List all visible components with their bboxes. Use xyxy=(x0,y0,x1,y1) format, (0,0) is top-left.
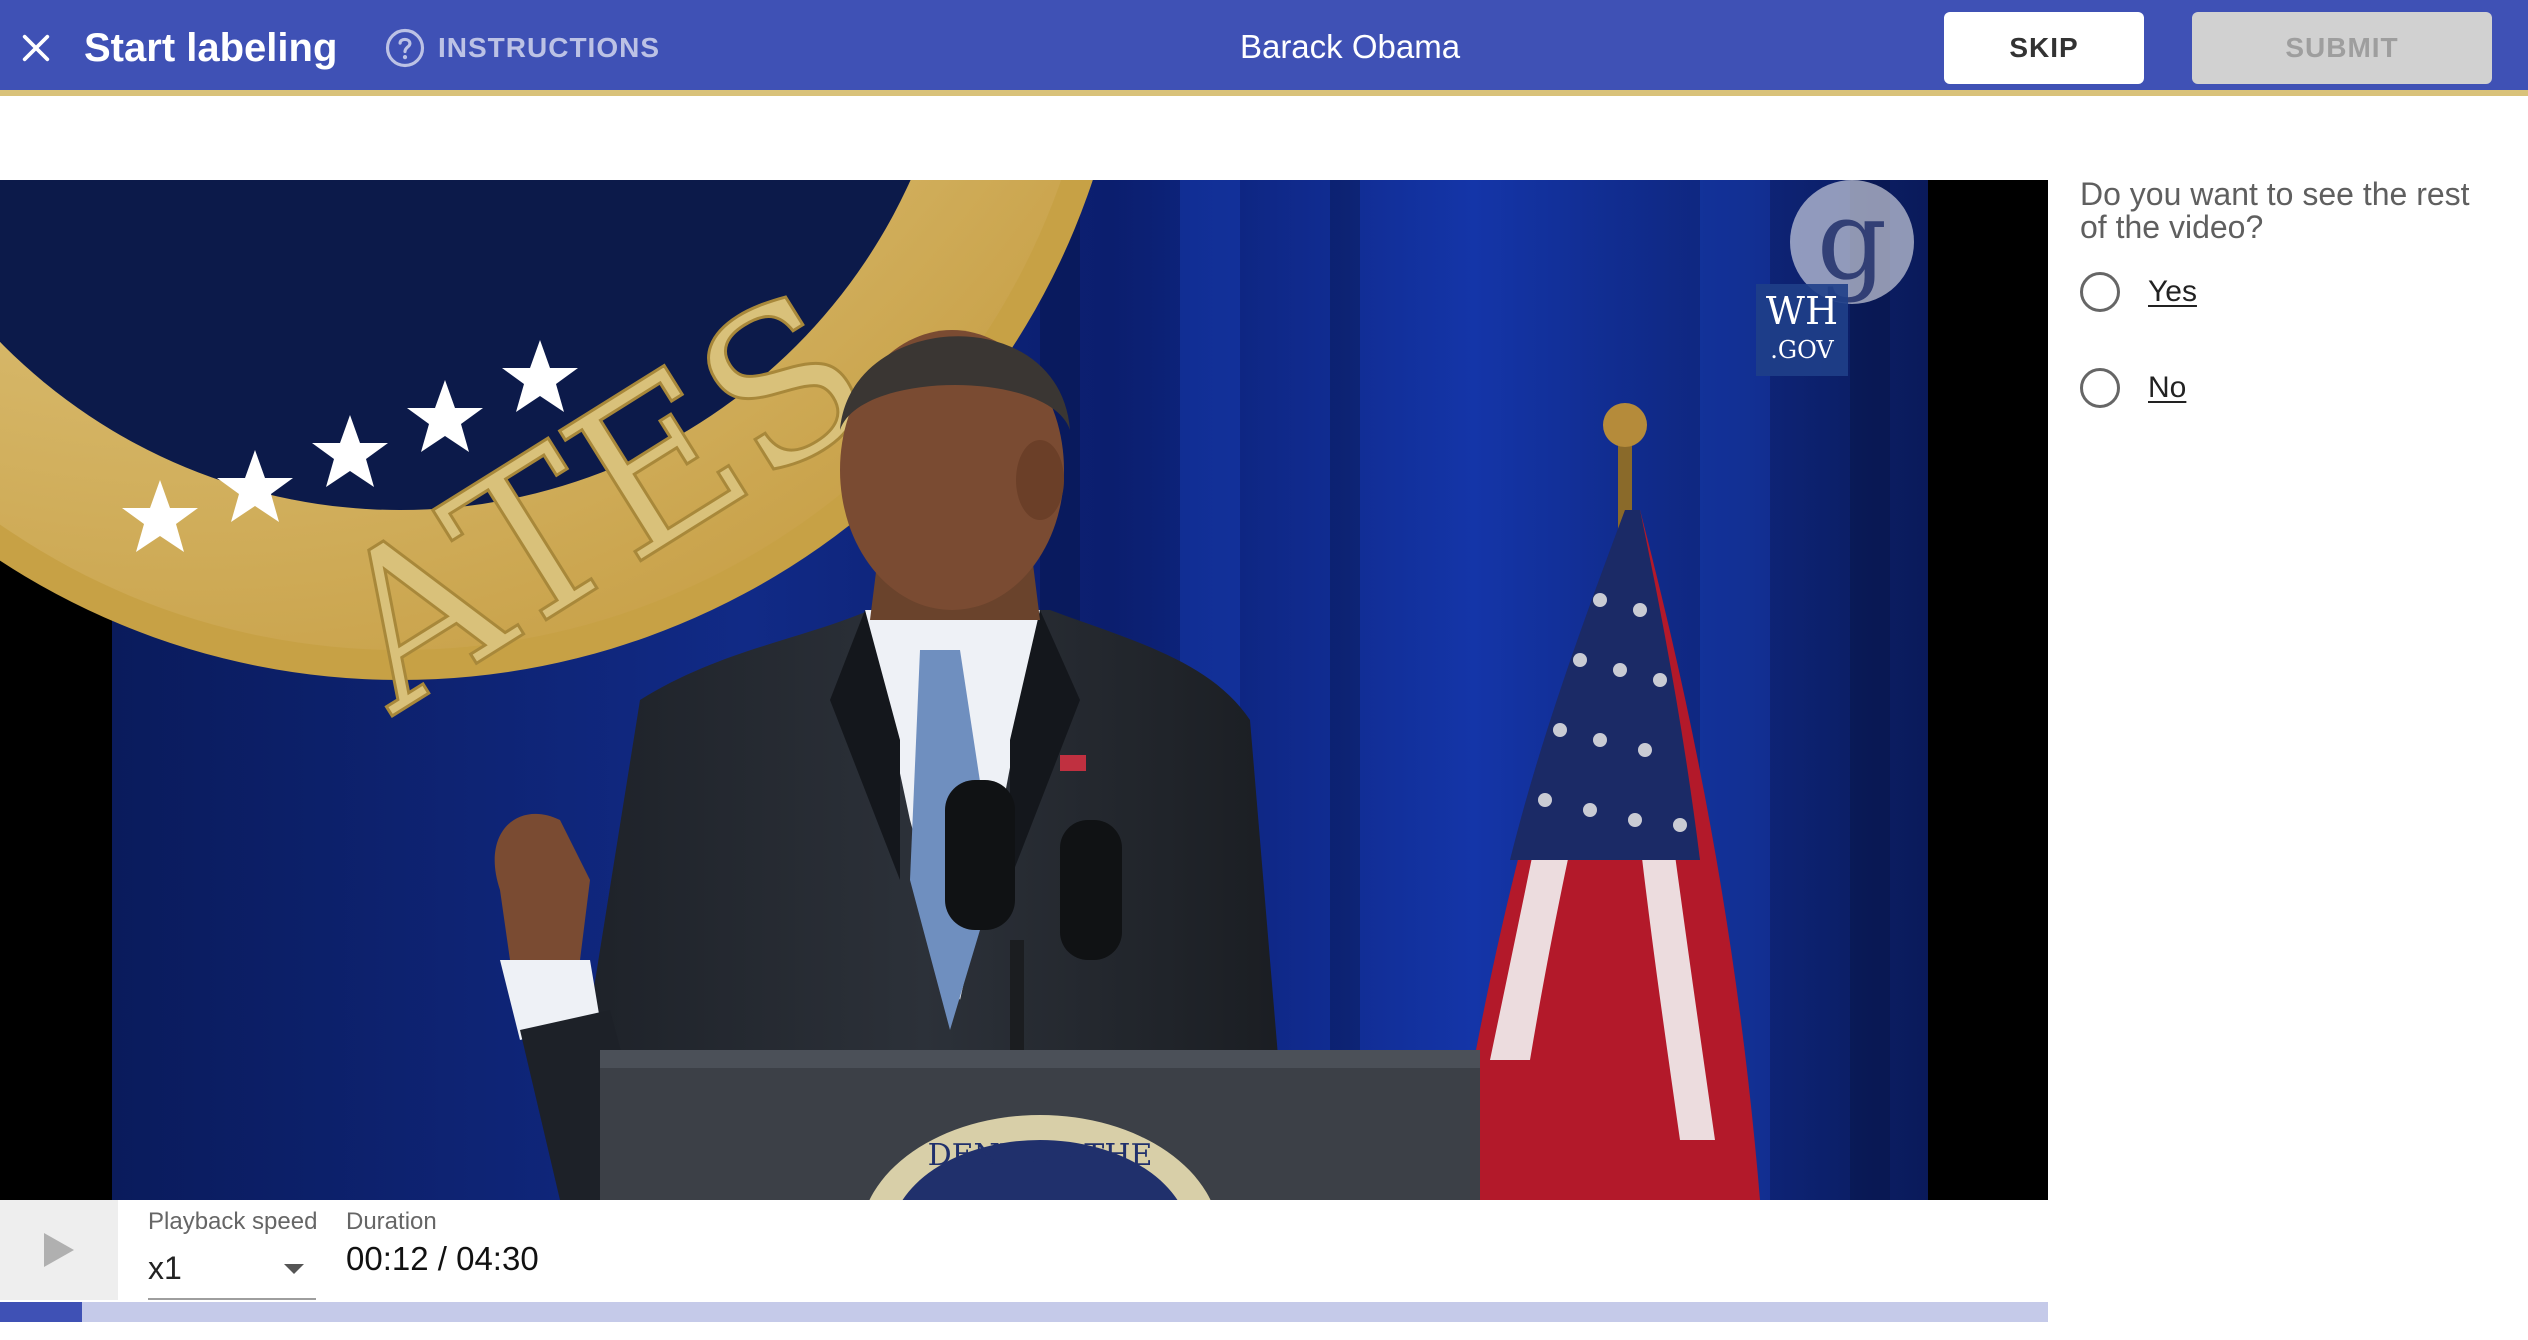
close-icon xyxy=(22,34,50,62)
video-frame: ATES g WH .GOV DENT OF THE xyxy=(0,180,1928,1200)
option-no[interactable]: No xyxy=(2080,364,2186,412)
option-yes[interactable]: Yes xyxy=(2080,268,2197,316)
playback-speed-label: Playback speed xyxy=(148,1208,318,1235)
chevron-down-icon xyxy=(284,1264,304,1274)
podium: DENT OF THE xyxy=(600,1050,1480,1200)
play-icon xyxy=(44,1233,74,1267)
radio-button-no[interactable] xyxy=(2080,368,2120,408)
submit-button: SUBMIT xyxy=(2192,12,2492,84)
watermark-line2: .GOV xyxy=(1770,336,1834,364)
video-player[interactable]: ATES g WH .GOV DENT OF THE xyxy=(0,180,2048,1200)
play-button[interactable] xyxy=(0,1200,118,1300)
duration-value: 00:12 / 04:30 xyxy=(346,1240,539,1277)
radio-button-yes[interactable] xyxy=(2080,272,2120,312)
page-title: Start labeling xyxy=(84,26,338,70)
playback-speed-value: x1 xyxy=(148,1250,182,1286)
question-text: Do you want to see the rest of the video… xyxy=(2080,176,2470,245)
video-controls: Playback speed x1 Duration 00:12 / 04:30 xyxy=(0,1200,2048,1304)
watermark-line1: WH xyxy=(1766,289,1838,333)
podium-text: DENT OF THE xyxy=(928,1138,1153,1173)
task-title: Barack Obama xyxy=(1239,28,1461,65)
video-progress-bar[interactable] xyxy=(0,1302,2048,1322)
duration-label: Duration xyxy=(346,1208,437,1235)
top-app-bar: Start labeling INSTRUCTIONS Barack Obama… xyxy=(0,0,2528,96)
help-circle-icon xyxy=(385,28,425,68)
video-progress-fill xyxy=(0,1302,82,1322)
option-no-label: No xyxy=(2148,371,2187,404)
skip-button[interactable]: SKIP xyxy=(1944,12,2144,84)
option-yes-label: Yes xyxy=(2148,275,2197,308)
instructions-label: INSTRUCTIONS xyxy=(438,32,660,63)
playback-speed-select[interactable]: x1 xyxy=(148,1244,316,1300)
instructions-button[interactable]: INSTRUCTIONS xyxy=(384,26,660,70)
close-button[interactable] xyxy=(14,20,58,76)
